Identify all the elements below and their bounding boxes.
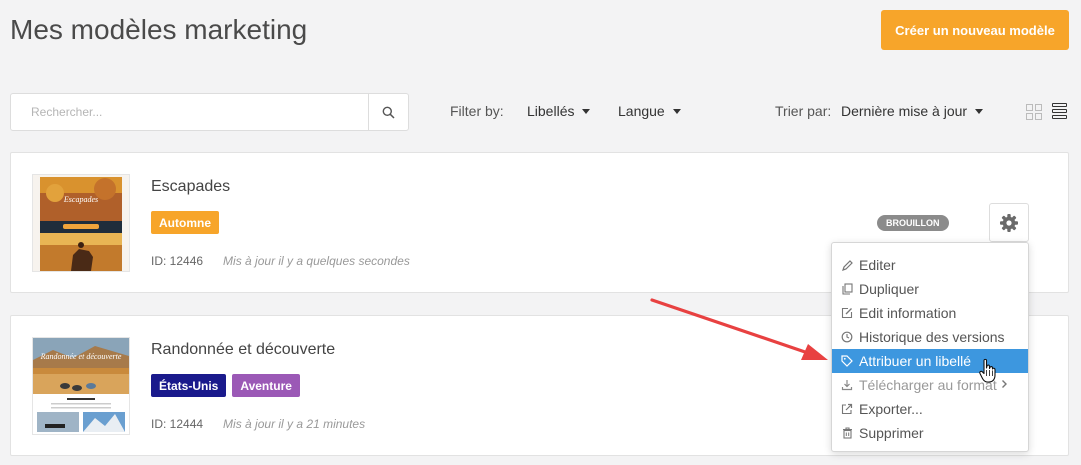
menu-item-export[interactable]: Exporter... (832, 397, 1028, 421)
language-filter-dropdown[interactable]: Langue (618, 103, 681, 119)
tag-badge[interactable]: Aventure (232, 374, 300, 397)
filter-by-label: Filter by: (450, 103, 504, 119)
menu-item-delete[interactable]: Supprimer (832, 421, 1028, 445)
labels-filter-dropdown[interactable]: Libellés (527, 103, 591, 119)
trash-icon (841, 427, 853, 439)
edit-square-icon (841, 307, 853, 319)
menu-item-label: Edit information (859, 305, 957, 321)
menu-item-version-history[interactable]: Historique des versions (832, 325, 1028, 349)
tag-list: Automne (151, 211, 219, 234)
thumbnail-image (33, 175, 129, 271)
menu-item-label: Supprimer (859, 425, 924, 441)
search-icon (382, 106, 395, 119)
download-icon (841, 379, 853, 391)
menu-item-label: Editer (859, 257, 896, 273)
template-id: ID: 12446 (151, 254, 204, 268)
menu-item-label: Attribuer un libellé (859, 353, 972, 369)
tag-list: États-Unis Aventure (151, 374, 300, 397)
template-context-menu: Editer Dupliquer Edit information Histor… (831, 242, 1029, 452)
sort-value: Dernière mise à jour (841, 103, 968, 119)
tag-badge[interactable]: États-Unis (151, 374, 227, 397)
copy-icon (841, 283, 853, 295)
thumbnail-title: Randonnée et découverte (40, 352, 122, 361)
menu-item-assign-label[interactable]: Attribuer un libellé (832, 349, 1028, 373)
hand-cursor-icon (979, 358, 996, 383)
settings-button[interactable] (989, 203, 1029, 242)
template-meta: ID: 12444 Mis à jour il y a 21 minutes (151, 417, 365, 431)
template-name[interactable]: Randonnée et découverte (151, 341, 335, 359)
status-badge: BROUILLON (877, 215, 949, 231)
labels-filter-label: Libellés (527, 103, 575, 119)
clock-icon (841, 331, 853, 343)
chevron-right-icon (1002, 380, 1007, 388)
caret-down-icon (672, 108, 681, 114)
menu-item-download[interactable]: Télécharger au format (832, 373, 1028, 397)
tag-icon (841, 355, 853, 367)
template-thumbnail[interactable]: Randonnée et découverte (32, 337, 130, 435)
template-name[interactable]: Escapades (151, 178, 230, 196)
create-template-button[interactable]: Créer un nouveau modèle (881, 10, 1069, 50)
menu-item-label: Exporter... (859, 401, 923, 417)
menu-item-label: Télécharger au format (859, 377, 997, 393)
sort-dropdown[interactable]: Dernière mise à jour (841, 103, 984, 119)
search-bar (10, 93, 409, 131)
menu-item-edit[interactable]: Editer (832, 253, 1028, 277)
list-view-icon[interactable] (1052, 103, 1067, 119)
menu-item-edit-information[interactable]: Edit information (832, 301, 1028, 325)
caret-down-icon (582, 108, 591, 114)
menu-item-duplicate[interactable]: Dupliquer (832, 277, 1028, 301)
page-title: Mes modèles marketing (10, 14, 308, 45)
grid-view-icon[interactable] (1026, 104, 1042, 120)
menu-item-label: Dupliquer (859, 281, 919, 297)
template-meta: ID: 12446 Mis à jour il y a quelques sec… (151, 254, 410, 268)
caret-down-icon (975, 108, 984, 114)
template-thumbnail[interactable]: Escapades (32, 174, 130, 272)
language-filter-label: Langue (618, 103, 665, 119)
updated-text: Mis à jour il y a 21 minutes (223, 417, 366, 431)
updated-text: Mis à jour il y a quelques secondes (223, 254, 410, 268)
thumbnail-title: Escapades (63, 195, 99, 204)
export-icon (841, 403, 853, 415)
sort-label: Trier par: (775, 103, 832, 119)
gear-icon (1000, 213, 1018, 232)
template-id: ID: 12444 (151, 417, 204, 431)
tag-badge[interactable]: Automne (151, 211, 219, 234)
search-button[interactable] (368, 94, 408, 130)
search-input[interactable] (11, 94, 368, 130)
menu-item-label: Historique des versions (859, 329, 1005, 345)
pencil-icon (841, 259, 853, 271)
